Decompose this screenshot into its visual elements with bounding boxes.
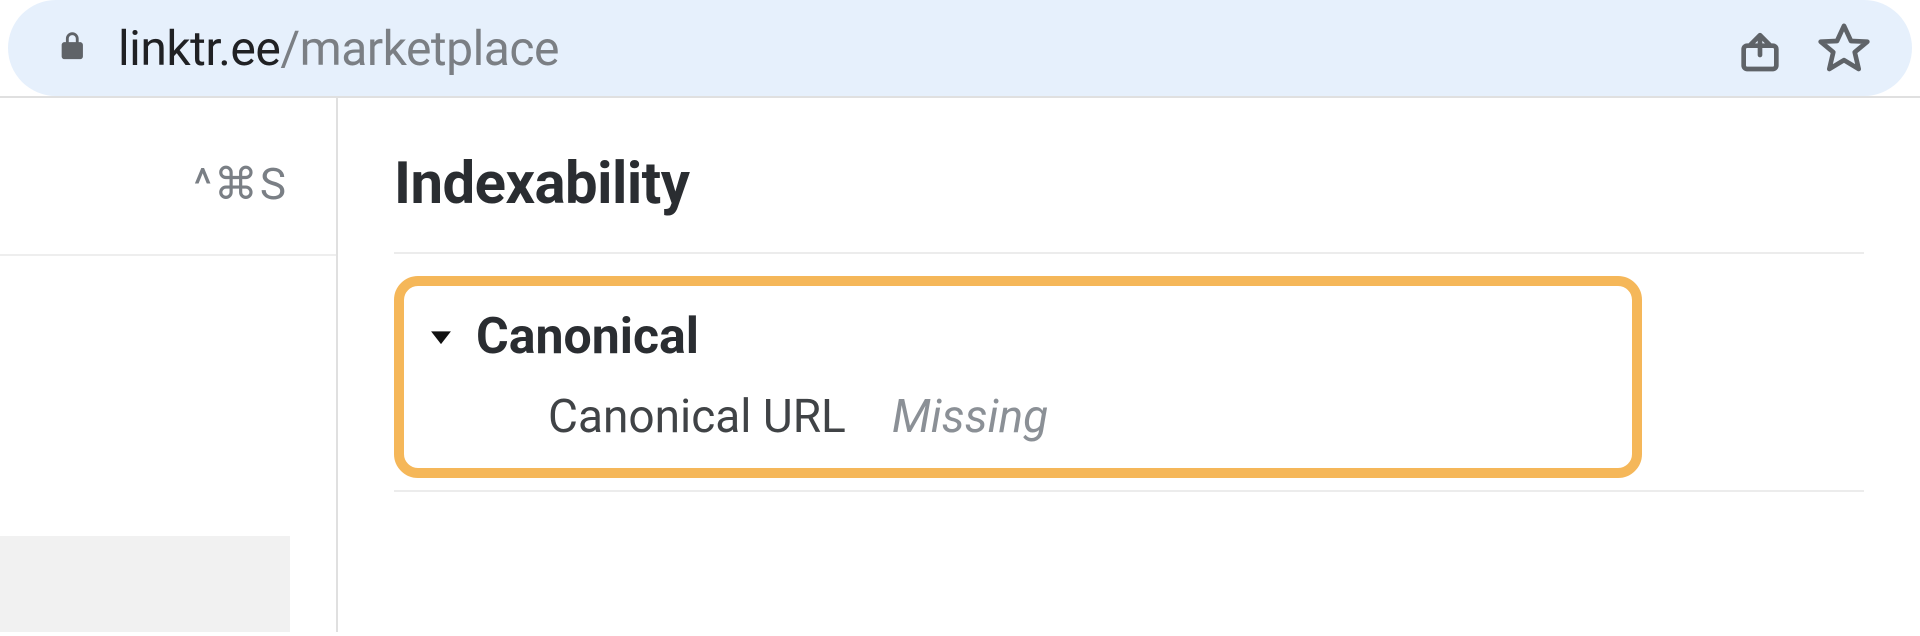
sidebar-shortcut-row[interactable]: ^⌘S [0,158,336,256]
content-area: ^⌘S Indexability Canonical Canonical URL… [0,96,1920,632]
url-path: /marketplace [280,20,559,77]
caret-down-icon [424,320,458,354]
shortcut-label: ^⌘S [193,158,288,210]
lock-icon [56,28,90,68]
star-icon[interactable] [1816,20,1872,76]
sidebar: ^⌘S [0,98,338,632]
sidebar-footer-block [0,536,290,632]
url-display[interactable]: linktr.ee/marketplace [118,20,1704,77]
canonical-url-value: Missing [892,390,1048,444]
canonical-url-key: Canonical URL [548,390,846,444]
url-domain: linktr.ee [118,20,280,77]
section-divider [394,490,1864,492]
canonical-url-row: Canonical URL Missing [424,390,1612,444]
canonical-section-label: Canonical [476,308,699,366]
canonical-highlight-box: Canonical Canonical URL Missing [394,276,1642,478]
browser-address-bar: linktr.ee/marketplace [8,0,1912,96]
share-icon[interactable] [1732,20,1788,76]
address-bar-actions [1732,20,1872,76]
canonical-collapse-header[interactable]: Canonical [424,308,1612,366]
section-title-indexability: Indexability [394,150,1864,254]
main-panel: Indexability Canonical Canonical URL Mis… [338,98,1920,632]
